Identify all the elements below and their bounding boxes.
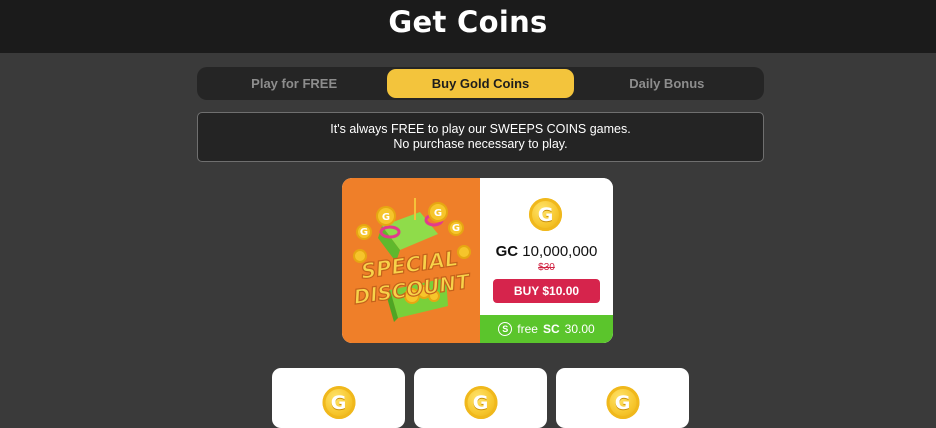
gc-value: 10,000,000 (522, 243, 598, 260)
tab-buy-gold-coins[interactable]: Buy Gold Coins (387, 69, 574, 98)
gold-coin-icon: G (606, 386, 639, 419)
sc-label: SC (542, 322, 560, 336)
special-discount-offer: G G G G SPECIAL DISCOUNT G GC 10,000,000 (342, 178, 613, 343)
page-header: Get Coins (0, 0, 936, 53)
coin-letter: G (330, 391, 347, 414)
page-title: Get Coins (388, 4, 548, 39)
sweeps-coin-icon: S (498, 322, 513, 336)
free-play-notice: It's always FREE to play our SWEEPS COIN… (197, 112, 764, 162)
gold-coin-icon: G (529, 198, 562, 231)
svg-text:G: G (434, 208, 442, 219)
coin-package-card[interactable]: G (556, 368, 689, 428)
coin-letter: G (472, 391, 489, 414)
notice-line-2: No purchase necessary to play. (393, 137, 568, 151)
old-price: $30 (538, 262, 555, 273)
tab-daily-bonus[interactable]: Daily Bonus (574, 69, 760, 98)
coin-tabs: Play for FREE Buy Gold Coins Daily Bonus (197, 67, 764, 100)
coin-letter: G (537, 203, 554, 226)
notice-line-1: It's always FREE to play our SWEEPS COIN… (330, 122, 631, 136)
svg-text:G: G (360, 227, 368, 238)
free-prefix: free (517, 322, 538, 336)
buy-button[interactable]: BUY $10.00 (493, 279, 600, 303)
free-sc-bar: S free SC 30.00 (480, 315, 613, 343)
special-discount-banner: G G G G SPECIAL DISCOUNT (342, 178, 480, 343)
sc-amount: 30.00 (564, 322, 595, 336)
gc-prefix: GC (495, 243, 519, 260)
gold-coin-icon: G (322, 386, 355, 419)
svg-text:G: G (382, 212, 390, 223)
svg-text:G: G (452, 223, 460, 234)
tab-play-for-free[interactable]: Play for FREE (201, 69, 387, 98)
coin-package-card[interactable]: G (414, 368, 547, 428)
gold-coin-icon: G (464, 386, 497, 419)
coin-package-card[interactable]: G (272, 368, 405, 428)
special-discount-artwork: G G G G SPECIAL DISCOUNT (352, 198, 473, 322)
coin-letter: G (614, 391, 631, 414)
gc-amount: GC 10,000,000 (480, 243, 613, 260)
offer-details: G GC 10,000,000 $30 BUY $10.00 S free SC… (480, 178, 613, 343)
